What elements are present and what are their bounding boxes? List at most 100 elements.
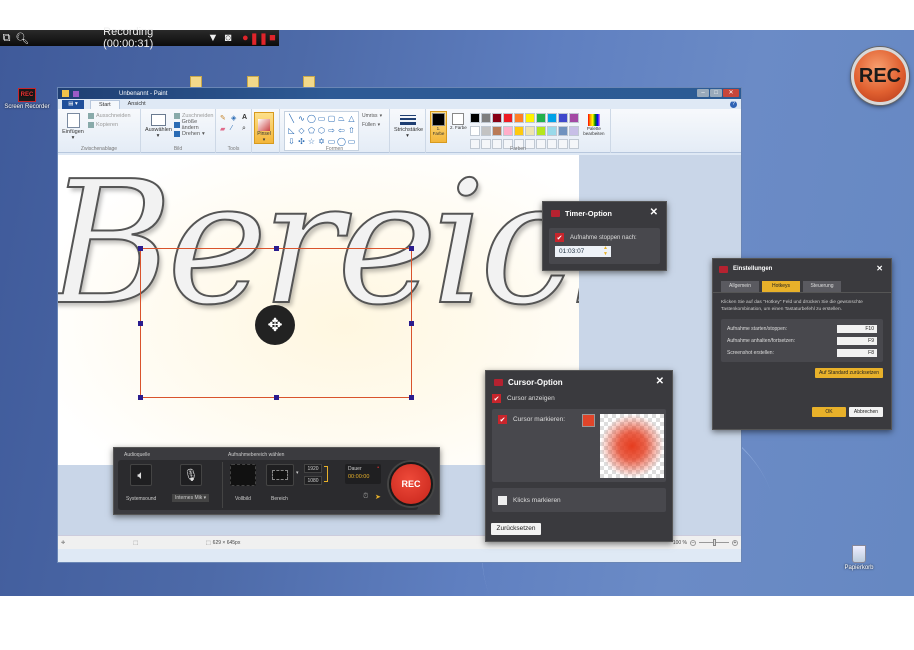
maximize-button[interactable]: □ xyxy=(710,89,722,97)
shape-tool-icon[interactable]: ◯ xyxy=(307,114,316,125)
zoom-slider[interactable] xyxy=(699,539,729,546)
fill-dropdown[interactable]: Füllen ▾ xyxy=(362,120,382,129)
copy-button[interactable]: Kopieren xyxy=(88,120,131,129)
help-icon[interactable]: ? xyxy=(730,101,737,108)
restore-window-icon[interactable]: ⧉ xyxy=(0,31,13,45)
show-cursor-checkbox[interactable]: ✔ xyxy=(492,394,501,403)
resize-handle[interactable] xyxy=(138,246,143,251)
color-picker-icon[interactable]: ⁄ xyxy=(231,125,239,133)
resize-handle[interactable] xyxy=(274,246,279,251)
close-icon[interactable]: ✕ xyxy=(656,376,664,387)
palette-color-swatch[interactable] xyxy=(491,126,502,136)
aspect-lock-icon[interactable] xyxy=(324,466,328,482)
outline-dropdown[interactable]: Umriss ▾ xyxy=(362,111,382,120)
palette-color-swatch[interactable] xyxy=(524,113,535,123)
fill-icon[interactable]: ◈ xyxy=(231,114,239,122)
eraser-icon[interactable]: ▰ xyxy=(220,125,228,133)
highlight-cursor-checkbox[interactable]: ✔ xyxy=(498,415,507,424)
shape-tool-icon[interactable]: ∿ xyxy=(297,114,306,125)
resize-button[interactable]: Größe ändern xyxy=(174,119,214,131)
close-button[interactable]: ✕ xyxy=(723,89,739,97)
hotkey-input[interactable]: F10 xyxy=(837,324,877,333)
shape-tool-icon[interactable]: ⬡ xyxy=(317,126,326,137)
shape-tool-icon[interactable]: ▢ xyxy=(327,114,336,125)
zoom-icon[interactable]: 🔍︎ xyxy=(15,31,29,45)
color1-button[interactable]: 1. Farbe xyxy=(430,111,447,143)
edit-palette-button[interactable]: Palette bearbeiten xyxy=(582,111,606,151)
shape-tool-icon[interactable]: ⏢ xyxy=(337,114,346,125)
dropdown-icon[interactable]: ▼ xyxy=(206,31,219,45)
shapes-gallery[interactable]: ╲ ∿ ◯ ▭ ▢ ⏢ △ ◺ ◇ ⬠ ⬡ ⇨ ⇦ ⇧ ⇩ ✣ ☆ ✡ ▭ ◯ ▭ xyxy=(284,111,359,151)
resize-handle[interactable] xyxy=(409,321,414,326)
fullscreen-button[interactable] xyxy=(230,464,256,486)
palette-color-swatch[interactable] xyxy=(491,113,502,123)
resize-handle[interactable] xyxy=(138,395,143,400)
highlight-color-swatch[interactable] xyxy=(582,414,595,427)
palette-color-swatch[interactable] xyxy=(535,113,546,123)
pause-icon[interactable]: ❚❚ xyxy=(250,31,268,45)
cursor-options-icon[interactable]: ➤ xyxy=(375,493,381,501)
palette-color-swatch[interactable] xyxy=(480,113,491,123)
tab-start[interactable]: Start xyxy=(90,100,120,109)
palette-color-swatch[interactable] xyxy=(535,126,546,136)
color2-button[interactable]: 2. Farbe xyxy=(450,111,467,151)
minimize-button[interactable]: – xyxy=(697,89,709,97)
stop-after-checkbox[interactable]: ✔ xyxy=(555,233,564,242)
shape-tool-icon[interactable]: ⇦ xyxy=(337,126,346,137)
shape-tool-icon[interactable]: ⬠ xyxy=(307,126,316,137)
palette-color-swatch[interactable] xyxy=(469,126,480,136)
palette-color-swatch[interactable] xyxy=(546,113,557,123)
time-input[interactable]: 01:03:07 ▲ ▼ xyxy=(555,245,611,257)
ok-button[interactable]: OK xyxy=(812,407,846,417)
close-icon[interactable]: ✕ xyxy=(876,264,883,273)
desktop-icon-screen-recorder[interactable]: REC Screen Recorder xyxy=(2,88,52,110)
zoom-slider-thumb[interactable] xyxy=(712,539,716,546)
tab-hotkeys[interactable]: Hotkeys xyxy=(762,281,800,292)
palette-color-swatch[interactable] xyxy=(557,113,568,123)
brush-button[interactable]: Pinsel ▾ xyxy=(254,112,274,144)
select-button[interactable]: Auswählen ▾ xyxy=(145,111,172,151)
mark-clicks-checkbox[interactable] xyxy=(498,495,507,505)
palette-color-swatch[interactable] xyxy=(513,126,524,136)
region-button[interactable] xyxy=(266,464,294,486)
system-sound-button[interactable]: 🔈︎ xyxy=(130,464,152,486)
shape-tool-icon[interactable]: ◇ xyxy=(297,126,306,137)
resize-handle[interactable] xyxy=(409,246,414,251)
text-icon[interactable]: A xyxy=(242,114,250,122)
paste-button[interactable]: Einfügen ▾ xyxy=(62,111,84,151)
tab-allgemein[interactable]: Allgemein xyxy=(721,281,759,292)
rec-button[interactable]: REC xyxy=(389,462,433,506)
hotkey-input[interactable]: F8 xyxy=(837,348,877,357)
resize-handle[interactable] xyxy=(409,395,414,400)
hotkey-input[interactable]: F9 xyxy=(837,336,877,345)
duration-panel[interactable]: Dauer 00:00:00 • xyxy=(345,464,381,484)
rec-badge-button[interactable]: REC xyxy=(851,47,909,105)
palette-color-swatch[interactable] xyxy=(557,126,568,136)
spinner-icon[interactable]: ▲ ▼ xyxy=(603,245,608,257)
file-menu-button[interactable]: ▤ ▾ xyxy=(62,100,84,109)
shape-tool-icon[interactable]: △ xyxy=(347,114,356,125)
palette-color-swatch[interactable] xyxy=(568,126,579,136)
shape-tool-icon[interactable]: ◺ xyxy=(287,126,296,137)
resize-handle[interactable] xyxy=(138,321,143,326)
pencil-icon[interactable]: ✎ xyxy=(220,114,228,122)
desktop-icon-recycle-bin[interactable]: Papierkorb xyxy=(836,545,882,571)
palette-color-swatch[interactable] xyxy=(469,113,480,123)
camera-icon[interactable]: ◙ xyxy=(222,31,235,45)
save-icon[interactable] xyxy=(73,90,79,97)
region-dropdown-icon[interactable]: ▾ xyxy=(296,470,299,476)
stop-icon[interactable]: ■ xyxy=(266,31,279,45)
magnifier-icon[interactable]: ⌕ xyxy=(242,125,250,133)
zoom-in-button[interactable]: + xyxy=(732,539,738,546)
palette-color-swatch[interactable] xyxy=(513,113,524,123)
palette-color-swatch[interactable] xyxy=(480,126,491,136)
shape-tool-icon[interactable]: ▭ xyxy=(317,114,326,125)
move-handle-icon[interactable]: ✥ xyxy=(255,305,295,345)
shape-tool-icon[interactable]: ⇨ xyxy=(327,126,336,137)
palette-color-swatch[interactable] xyxy=(502,113,513,123)
cancel-button[interactable]: Abbrechen xyxy=(849,407,883,417)
microphone-dropdown[interactable]: Internes Mik ▾ xyxy=(172,494,210,502)
alarm-clock-icon[interactable]: ⏰︎ xyxy=(363,493,368,501)
palette-color-swatch[interactable] xyxy=(524,126,535,136)
zoom-out-button[interactable]: – xyxy=(690,539,696,546)
